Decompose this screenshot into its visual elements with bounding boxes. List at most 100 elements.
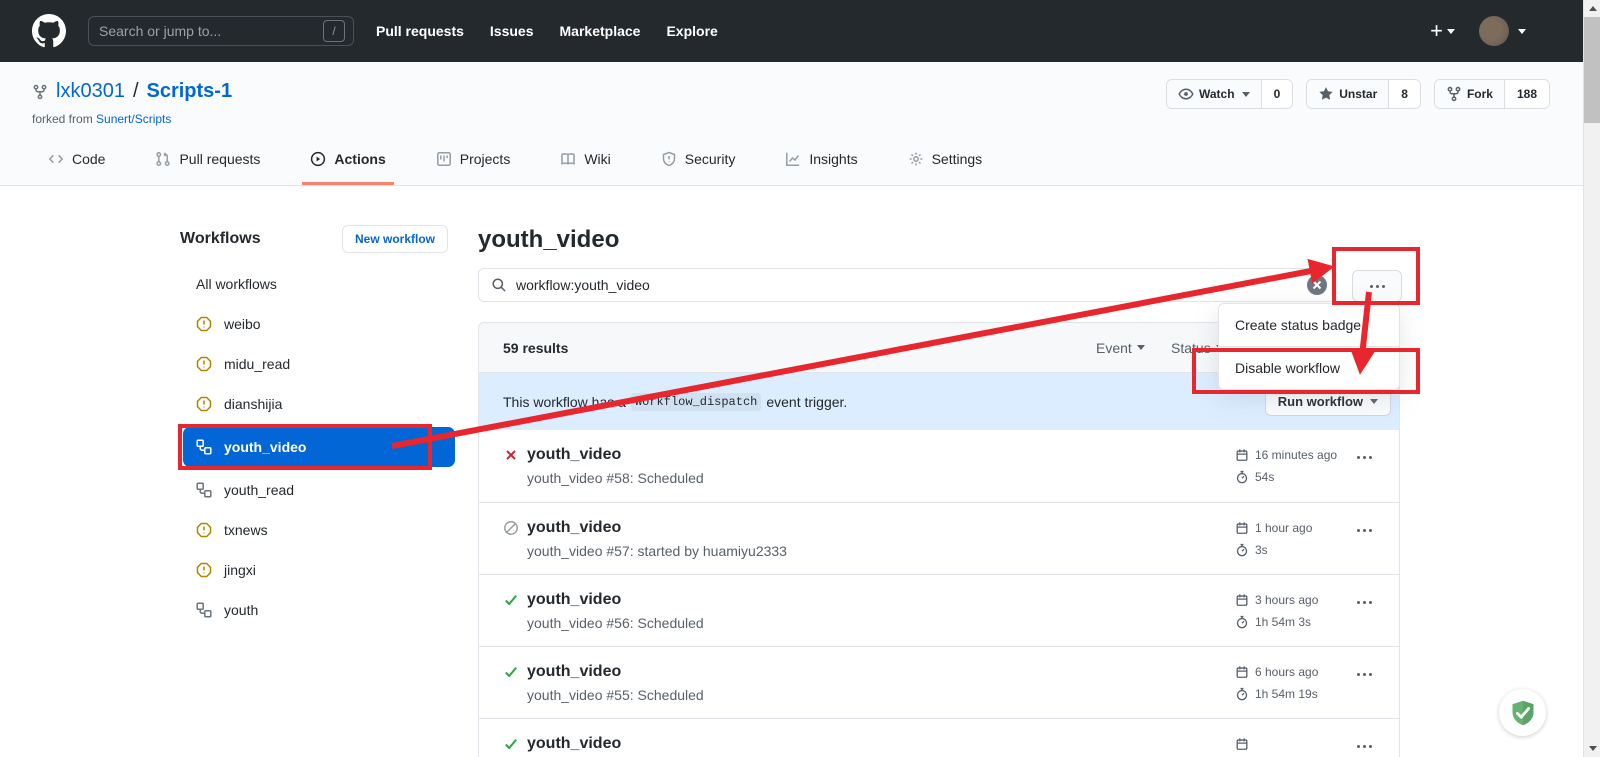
star-count[interactable]: 8 [1388,80,1420,108]
git-pull-request-icon [155,151,171,167]
adguard-shield-icon[interactable] [1499,689,1546,736]
page-title: youth_video [478,224,1400,256]
sidebar-item-all-workflows[interactable]: All workflows [180,264,448,304]
event-filter-dropdown[interactable]: Event [1096,340,1145,356]
sidebar-item-label: youth_read [224,482,294,498]
tab-wiki[interactable]: Wiki [552,135,618,185]
github-logo-icon[interactable] [32,14,66,48]
sidebar-item-txnews[interactable]: txnews [180,510,448,550]
fork-label: Fork [1467,87,1493,101]
run-title-link[interactable]: youth_video [527,519,621,537]
tab-actions[interactable]: Actions [302,135,393,185]
run-options-button[interactable] [1357,601,1372,604]
eye-icon [1178,86,1194,102]
run-options-button[interactable] [1357,529,1372,532]
run-duration: 54s [1255,470,1274,484]
workflow-search-row: workflow:youth_video [478,268,1400,302]
global-search-input[interactable]: Search or jump to... / [88,16,354,46]
scrollbar-down-button[interactable] [1584,740,1600,757]
new-workflow-button[interactable]: New workflow [342,225,448,253]
menu-item-disable-workflow[interactable]: Disable workflow [1219,346,1399,389]
watch-button[interactable]: Watch [1167,80,1261,108]
run-duration: 3s [1255,543,1268,557]
tab-security[interactable]: Security [653,135,744,185]
banner-code: workflow_dispatch [631,393,761,411]
sidebar-item-youth-read[interactable]: youth_read [180,470,448,510]
stopwatch-icon [1235,615,1249,629]
nav-link-issues[interactable]: Issues [490,23,534,39]
tab-projects[interactable]: Projects [428,135,519,185]
run-row[interactable]: youth_video youth_video #56: Scheduled 3… [479,574,1399,646]
project-icon [436,151,452,167]
sidebar-item-jingxi[interactable]: jingxi [180,550,448,590]
run-options-button[interactable] [1357,745,1372,748]
nav-link-explore[interactable]: Explore [666,23,717,39]
watch-count[interactable]: 0 [1261,80,1293,108]
run-title-link[interactable]: youth_video [527,735,621,753]
scrollbar-thumb[interactable] [1584,17,1600,123]
tab-code[interactable]: Code [40,135,113,185]
scrollbar-up-button[interactable] [1584,0,1600,17]
fork-button[interactable]: Fork [1435,80,1504,108]
clear-search-button[interactable] [1307,275,1327,295]
tab-label: Settings [932,151,983,167]
run-title-link[interactable]: youth_video [527,591,621,609]
global-search-placeholder: Search or jump to... [99,23,323,39]
sidebar-item-midu-read[interactable]: midu_read [180,344,448,384]
sidebar-item-weibo[interactable]: weibo [180,304,448,344]
warning-icon [196,522,212,538]
stopwatch-icon [1235,543,1249,557]
banner-text: event trigger. [766,394,847,410]
sidebar-item-youth-video[interactable]: youth_video [183,427,455,467]
tab-settings[interactable]: Settings [900,135,991,185]
run-options-button[interactable] [1357,673,1372,676]
play-icon [310,151,326,167]
tab-insights[interactable]: Insights [777,135,865,185]
sidebar-item-dianshijia[interactable]: dianshijia [180,384,448,424]
repo-owner-link[interactable]: lxk0301 [56,80,125,103]
run-time: 3 hours ago [1255,593,1318,607]
user-menu[interactable] [1479,16,1526,46]
create-new-menu[interactable]: + [1430,18,1455,44]
run-options-button[interactable] [1357,456,1372,459]
check-success-icon [503,664,519,680]
unstar-button[interactable]: Unstar [1307,80,1388,108]
calendar-icon [1235,448,1249,462]
stopwatch-icon [1235,687,1249,701]
scrollbar[interactable] [1583,0,1600,757]
sidebar-title: Workflows [180,230,261,248]
calendar-icon [1235,665,1249,679]
nav-links: Pull requests Issues Marketplace Explore [376,23,718,39]
run-row[interactable]: youth_video youth_video #57: started by … [479,502,1399,574]
run-title-link[interactable]: youth_video [527,663,621,681]
workflow-search-input[interactable]: workflow:youth_video [478,268,1336,302]
tab-pull-requests[interactable]: Pull requests [147,135,268,185]
run-workflow-button[interactable]: Run workflow [1265,387,1391,416]
avatar [1479,16,1509,46]
run-title-link[interactable]: youth_video [527,446,621,464]
sidebar-item-youth[interactable]: youth [180,590,448,630]
calendar-icon [1235,737,1249,751]
run-meta: 3 hours ago 1h 54m 3s [1235,592,1318,630]
github-actions-page: Search or jump to... / Pull requests Iss… [0,0,1600,757]
check-success-icon [503,736,519,752]
forked-from-link[interactable]: Sunert/Scripts [96,112,171,126]
check-success-icon [503,592,519,608]
nav-link-marketplace[interactable]: Marketplace [560,23,641,39]
run-row[interactable]: youth_video youth_video #55: Scheduled 6… [479,646,1399,718]
warning-icon [196,396,212,412]
nav-link-pull-requests[interactable]: Pull requests [376,23,464,39]
run-row[interactable]: youth_video [479,718,1399,757]
menu-item-create-status-badge[interactable]: Create status badge [1219,304,1399,346]
status-filter-dropdown[interactable]: Status [1171,340,1224,356]
run-row[interactable]: youth_video youth_video #58: Scheduled 1… [479,430,1399,502]
run-time: 16 minutes ago [1255,448,1337,462]
run-duration: 1h 54m 19s [1255,687,1318,701]
fork-count[interactable]: 188 [1504,80,1549,108]
repo-social-buttons: Watch 0 Unstar 8 Fork 188 [1166,79,1550,109]
tab-label: Security [685,151,736,167]
workflow-icon [196,602,212,618]
sidebar-item-label: midu_read [224,356,290,372]
repo-name-link[interactable]: Scripts-1 [147,80,233,103]
run-list: youth_video youth_video #58: Scheduled 1… [479,430,1399,757]
